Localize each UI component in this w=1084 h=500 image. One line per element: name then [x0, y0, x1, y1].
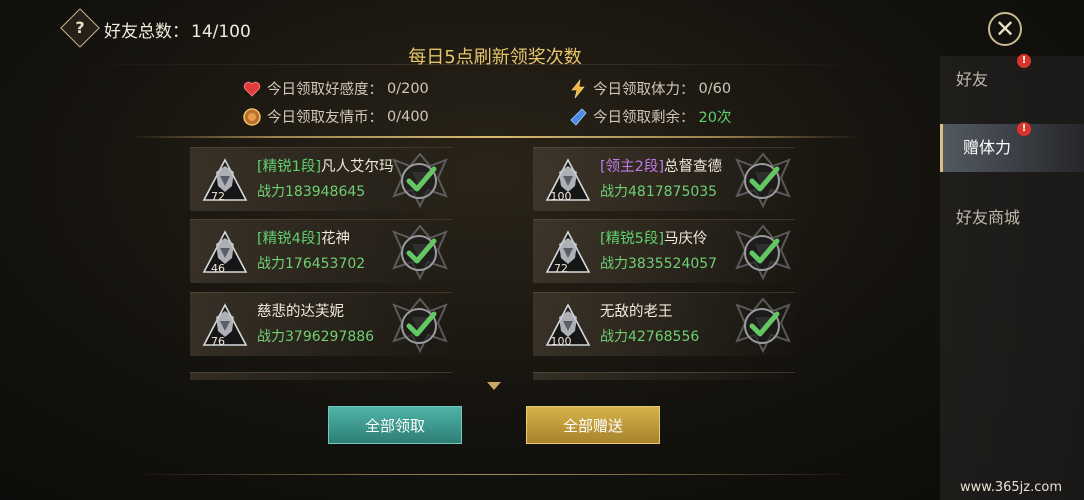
friend-card[interactable]: 72 [精锐1段]凡人艾尔玛 战力183948645 [190, 147, 452, 211]
level-label: 72 [554, 262, 568, 275]
tab-friends-label: 好友 [956, 70, 989, 89]
level-label: 72 [211, 190, 225, 203]
friend-power: 战力4817875035 [600, 184, 718, 200]
divider-bottom [130, 474, 860, 475]
claimed-check-icon[interactable] [396, 303, 442, 349]
friend-card[interactable]: 100 无敌的老王 战力42768556 [533, 292, 795, 356]
claimed-check-icon[interactable] [739, 158, 785, 204]
friend-power: 战力42768556 [600, 329, 700, 345]
tab-friends[interactable]: 好友 [940, 56, 1084, 104]
friend-name-text: 花神 [321, 231, 351, 247]
tab-friend-shop[interactable]: 好友商城 [940, 194, 1084, 242]
heart-icon [243, 81, 261, 97]
friends-total-value: 14/100 [191, 22, 251, 42]
stat-affection-label: 今日领取好感度： [267, 82, 383, 98]
tab-friend-shop-label: 好友商城 [956, 208, 1021, 227]
side-tab-panel [940, 56, 1084, 500]
notification-badge: ! [1017, 122, 1031, 136]
stat-remaining-value: 20次 [698, 110, 732, 126]
level-label: 100 [550, 190, 572, 203]
friend-name-text: 总督查德 [664, 159, 723, 175]
claimed-check-icon[interactable] [739, 230, 785, 276]
stat-coins-value: 0/400 [387, 108, 429, 125]
stat-remaining-label: 今日领取剩余： [593, 110, 695, 126]
tab-gift-stamina[interactable]: 赠体力 [940, 124, 1084, 172]
friend-power: 战力176453702 [257, 256, 366, 272]
friend-card[interactable]: 46 [精锐4段]花神 战力176453702 [190, 219, 452, 283]
friend-card[interactable]: 72 [精锐5段]马庆伶 战力3835524057 [533, 219, 795, 283]
friend-power: 战力3796297886 [257, 329, 375, 345]
friend-rank: [领主2段] [600, 159, 665, 175]
coin-icon [243, 107, 261, 126]
level-label: 76 [211, 335, 225, 348]
friend-name-text: 慈悲的达芙妮 [257, 304, 344, 320]
level-label: 100 [550, 335, 572, 348]
claimed-check-icon[interactable] [396, 158, 442, 204]
stat-coins-label: 今日领取友情币： [267, 110, 383, 126]
friend-name: [精锐4段]花神 [257, 227, 350, 248]
gift-all-button[interactable]: 全部赠送 [526, 406, 660, 444]
claim-all-button[interactable]: 全部领取 [328, 406, 462, 444]
claimed-check-icon[interactable] [396, 230, 442, 276]
friends-total: 好友总数： 14/100 [104, 17, 251, 42]
stat-affection-value: 0/200 [387, 80, 429, 97]
refresh-title: 每日5点刷新领奖次数 [408, 47, 582, 68]
stat-affection: 今日领取好感度： 0/200 [242, 78, 429, 99]
friend-card[interactable]: 100 [领主2段]总督查德 战力4817875035 [533, 147, 795, 211]
claimed-check-icon[interactable] [739, 303, 785, 349]
stat-stamina-label: 今日领取体力： [593, 82, 695, 98]
friend-card[interactable]: 76 慈悲的达芙妮 战力3796297886 [190, 292, 452, 356]
friend-name: 无敌的老王 [600, 300, 673, 321]
crystal-icon [570, 107, 587, 126]
divider-top [130, 136, 860, 138]
friend-power: 战力183948645 [257, 184, 366, 200]
tab-gift-stamina-label: 赠体力 [963, 138, 1012, 157]
list-item-partial [190, 372, 452, 380]
friend-name: [领主2段]总督查德 [600, 155, 722, 176]
close-button[interactable]: ✕ [988, 12, 1022, 46]
lightning-icon [571, 78, 585, 98]
stat-stamina: 今日领取体力： 0/60 [568, 78, 731, 99]
stat-coins: 今日领取友情币： 0/400 [242, 106, 429, 127]
list-item-partial [533, 372, 795, 380]
friend-name-text: 凡人艾尔玛 [321, 159, 394, 175]
friend-rank: [精锐1段] [257, 159, 322, 175]
friend-name: [精锐1段]凡人艾尔玛 [257, 155, 394, 176]
level-label: 46 [211, 262, 225, 275]
friend-name-text: 马庆伶 [664, 231, 708, 247]
help-icon[interactable]: ? [66, 14, 94, 42]
friends-total-label: 好友总数： [104, 22, 189, 42]
friend-name-text: 无敌的老王 [600, 304, 673, 320]
friend-power: 战力3835524057 [600, 256, 718, 272]
stat-remaining: 今日领取剩余： 20次 [568, 106, 731, 127]
friend-name: [精锐5段]马庆伶 [600, 227, 708, 248]
notification-badge: ! [1017, 54, 1031, 68]
friend-name: 慈悲的达芙妮 [257, 300, 344, 321]
scroll-down-icon[interactable] [487, 382, 501, 390]
friend-rank: [精锐5段] [600, 231, 665, 247]
friend-rank: [精锐4段] [257, 231, 322, 247]
stat-stamina-value: 0/60 [698, 80, 732, 97]
watermark: www.365jz.com [960, 480, 1062, 495]
